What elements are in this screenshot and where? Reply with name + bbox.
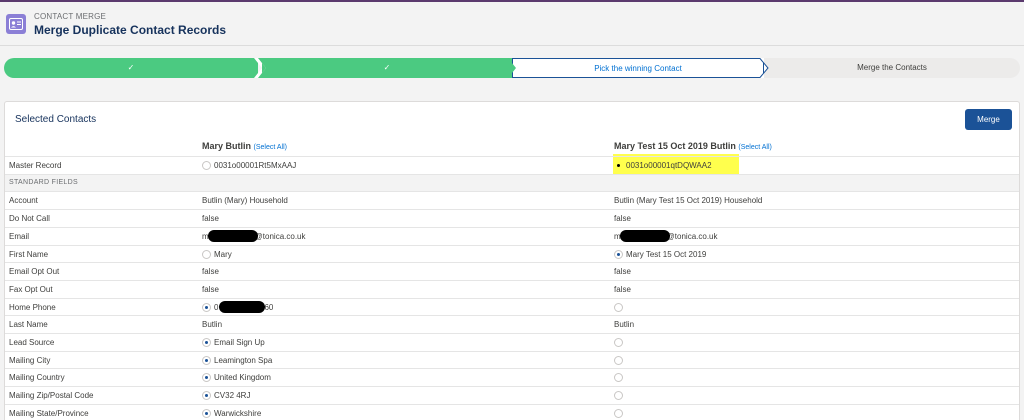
radio-button[interactable] (202, 338, 211, 347)
check-icon: ✓ (383, 63, 391, 72)
field-label: First Name (9, 249, 49, 259)
path-step-4[interactable]: Merge the Contacts (764, 58, 1020, 78)
field-value: Butlin (614, 320, 635, 330)
record-id: 0031o00001qtDQWAA2 (626, 161, 712, 170)
contact-card-icon (6, 14, 26, 34)
phone-end: 60 (264, 302, 274, 312)
field-label: Email Opt Out (9, 267, 60, 277)
field-row-fax-opt-out: Fax Opt Out false false (5, 279, 1019, 298)
merge-path: ✓ ✓ Pick the winning Contact Merge the C… (4, 58, 1020, 78)
field-value: Leamington Spa (214, 355, 273, 365)
field-label: Mailing Country (9, 373, 65, 383)
radio-button[interactable] (614, 373, 623, 383)
radio-button[interactable] (202, 355, 211, 365)
radio-button[interactable] (202, 373, 211, 383)
redaction-mark (219, 300, 265, 313)
radio-button[interactable] (614, 161, 623, 170)
field-row-do-not-call: Do Not Call false false (5, 209, 1019, 227)
radio-button[interactable] (202, 249, 211, 259)
field-value: Butlin (Mary Test 15 Oct 2019) Household (614, 196, 763, 206)
field-label: Mailing State/Province (9, 408, 89, 418)
field-label: Home Phone (9, 302, 56, 312)
redaction-mark (620, 229, 670, 242)
field-value: CV32 4RJ (214, 391, 251, 401)
field-value: United Kingdom (214, 373, 271, 383)
field-label: Account (9, 196, 38, 206)
radio-button[interactable] (614, 355, 623, 365)
field-label: Fax Opt Out (9, 284, 53, 294)
field-row-email-opt-out: Email Opt Out false false (5, 262, 1019, 280)
contact-name: Mary Test 15 Oct 2019 Butlin (614, 141, 736, 151)
master-record-row: Master Record 0031o00001Rt5MxAAJ 0031o00… (5, 156, 1019, 174)
field-label: Last Name (9, 320, 48, 330)
field-label: Mailing City (9, 355, 51, 365)
field-row-account: Account Butlin (Mary) Household Butlin (… (5, 191, 1019, 209)
path-step-1[interactable]: ✓ (4, 58, 258, 78)
radio-button[interactable] (614, 249, 623, 259)
email-domain: @tonica.co.uk (254, 231, 306, 241)
radio-button[interactable] (202, 408, 211, 418)
radio-button[interactable] (202, 302, 211, 312)
field-value: Butlin (202, 320, 223, 330)
section-header: STANDARD FIELDS (5, 173, 1019, 192)
radio-button[interactable] (614, 302, 623, 312)
merge-button[interactable]: Merge (965, 109, 1012, 130)
field-row-home-phone: Home Phone 0 60 (5, 297, 1019, 316)
path-step-label: Merge the Contacts (857, 63, 927, 72)
field-label: Master Record (9, 161, 62, 170)
field-value: Mary (214, 249, 232, 259)
field-value: false (614, 267, 631, 277)
contact-name: Mary Butlin (202, 141, 252, 151)
field-value: Mary Test 15 Oct 2019 (626, 249, 707, 259)
page-title: Merge Duplicate Contact Records (34, 23, 227, 37)
select-all-link[interactable]: (Select All) (738, 144, 771, 151)
radio-button[interactable] (614, 408, 623, 418)
radio-button[interactable] (614, 338, 623, 347)
field-label: Do Not Call (9, 214, 50, 224)
field-row-mailing-zip: Mailing Zip/Postal Code CV32 4RJ (5, 386, 1019, 404)
radio-button[interactable] (202, 161, 211, 170)
field-value: false (202, 267, 219, 277)
field-value: false (202, 284, 219, 294)
page-subtitle: CONTACT MERGE (34, 12, 107, 21)
select-all-link[interactable]: (Select All) (254, 144, 287, 151)
field-label: Mailing Zip/Postal Code (9, 391, 94, 401)
field-row-mailing-country: Mailing Country United Kingdom (5, 368, 1019, 386)
record-id: 0031o00001Rt5MxAAJ (214, 161, 297, 170)
section-label: STANDARD FIELDS (9, 178, 78, 186)
field-row-email: Email m @tonica.co.uk m @tonica.co.uk (5, 226, 1019, 245)
phone-start: 0 (214, 302, 219, 312)
page-header: CONTACT MERGE Merge Duplicate Contact Re… (0, 2, 1024, 46)
radio-button[interactable] (202, 391, 211, 401)
field-row-mailing-state: Mailing State/Province Warwickshire (5, 403, 1019, 420)
field-row-last-name: Last Name Butlin Butlin (5, 315, 1019, 333)
path-step-2[interactable]: ✓ (262, 58, 512, 78)
card-title: Selected Contacts (15, 114, 97, 125)
field-value: Warwickshire (214, 408, 262, 418)
field-row-first-name: First Name Mary Mary Test 15 Oct 2019 (5, 244, 1019, 263)
field-label: Email (9, 231, 30, 241)
column-header-1: Mary Butlin (Select All) (202, 141, 287, 151)
field-value: Email Sign Up (214, 338, 265, 347)
redaction-mark (208, 229, 258, 242)
check-icon: ✓ (127, 63, 135, 72)
field-label: Lead Source (9, 338, 55, 347)
column-header-2: Mary Test 15 Oct 2019 Butlin (Select All… (614, 141, 772, 151)
field-value: false (202, 214, 219, 224)
email-domain: @tonica.co.uk (666, 231, 718, 241)
field-value: false (614, 214, 631, 224)
path-step-3[interactable]: Pick the winning Contact (512, 58, 764, 78)
path-step-label: Pick the winning Contact (594, 64, 682, 73)
field-row-lead-source: Lead Source Email Sign Up (5, 333, 1019, 351)
selected-contacts-card: Selected Contacts Merge Mary Butlin (Sel… (4, 101, 1020, 420)
field-row-mailing-city: Mailing City Leamington Spa (5, 350, 1019, 369)
field-value: Butlin (Mary) Household (202, 196, 288, 206)
radio-button[interactable] (614, 391, 623, 401)
field-value: false (614, 284, 631, 294)
